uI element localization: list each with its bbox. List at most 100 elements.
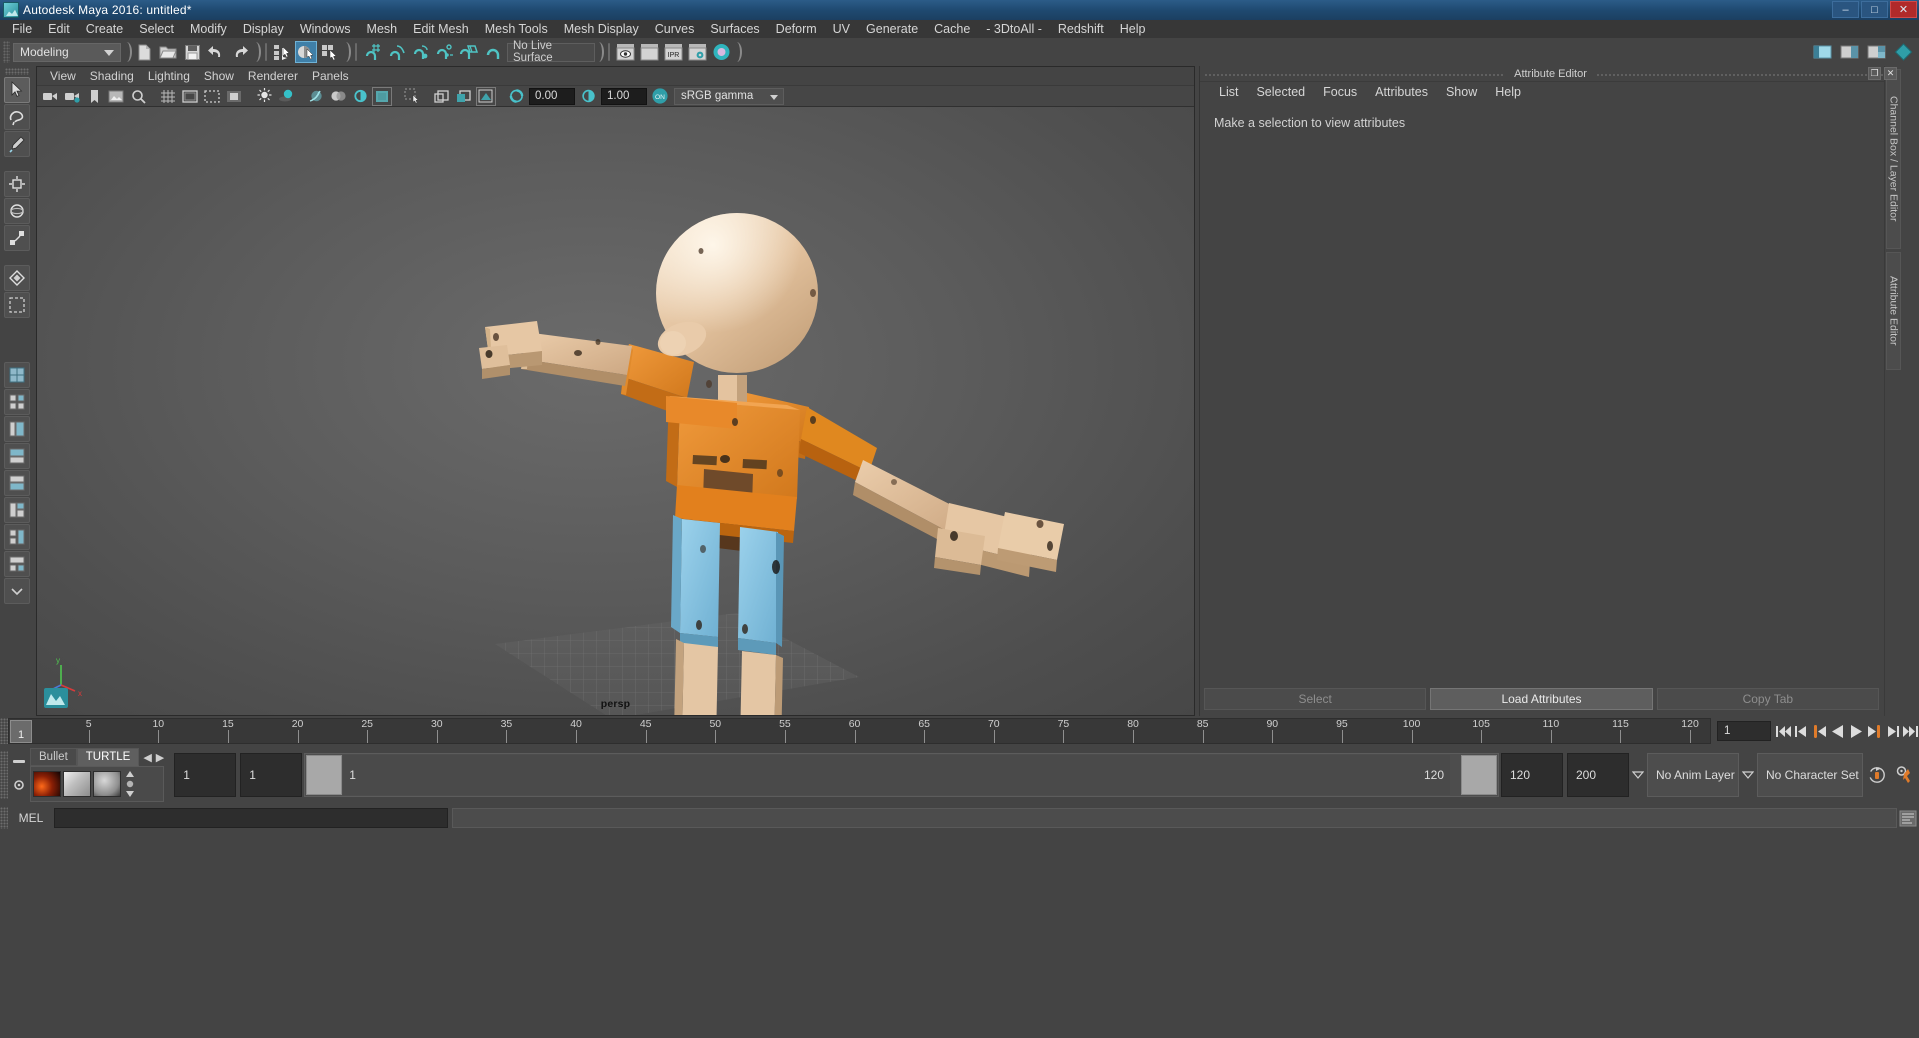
menu-set-selector[interactable]: Modeling [13,42,121,62]
turtle-material-icon[interactable] [93,771,121,797]
undock-icon[interactable]: ❐ [1868,67,1881,80]
toolbox-grip[interactable] [5,68,29,75]
menu-help[interactable]: Help [1112,20,1154,38]
menu-surfaces[interactable]: Surfaces [702,20,767,38]
four-view-layout[interactable] [4,389,30,415]
render-sequence-icon[interactable] [638,41,660,63]
shelf-prev-icon[interactable]: ◀ [143,751,151,764]
anim-layer-selector[interactable]: No Anim Layer [1647,753,1739,797]
exposure-value-field[interactable]: 0.00 [529,87,575,105]
current-time-indicator[interactable]: 1 [10,720,32,743]
menu-mesh[interactable]: Mesh [359,20,406,38]
command-input-field[interactable] [54,808,448,828]
two-pane-stacked-layout[interactable] [4,524,30,550]
menu-modify[interactable]: Modify [182,20,235,38]
render-settings-icon[interactable] [686,41,708,63]
step-forward-keyframe-icon[interactable] [1883,721,1901,741]
open-scene-icon[interactable] [157,41,179,63]
shadows-toggle-icon[interactable] [276,87,296,106]
undo-icon[interactable] [205,41,227,63]
current-frame-field[interactable]: 1 [1717,721,1771,741]
paint-select-tool[interactable] [4,131,30,157]
gamma-icon[interactable] [578,87,598,106]
tab-attribute-editor[interactable]: Attribute Editor [1886,252,1901,370]
minimize-button[interactable]: – [1832,1,1859,18]
two-d-pan-zoom-icon[interactable] [128,87,148,106]
viewport-3d-canvas[interactable]: y x z persp [37,107,1194,715]
close-icon[interactable]: ✕ [1884,67,1897,80]
persp-outliner-hypergraph-layout[interactable] [4,497,30,523]
viewport-menu-view[interactable]: View [43,67,83,85]
close-button[interactable]: ✕ [1890,1,1917,18]
animation-start-time-field[interactable]: 1 [174,753,237,797]
soft-select-tool[interactable] [4,265,30,291]
select-by-object-type-icon[interactable] [295,41,317,63]
copy-tab-button[interactable]: Copy Tab [1656,688,1879,710]
select-by-hierarchy-icon[interactable] [271,41,293,63]
script-editor-icon[interactable] [1897,807,1919,829]
character-set-chevron-down-icon[interactable] [1739,771,1757,779]
channel-box-toggle-icon[interactable] [1838,41,1860,63]
go-to-end-icon[interactable] [1901,721,1919,741]
new-scene-icon[interactable] [133,41,155,63]
anim-layer-chevron-down-icon[interactable] [1629,771,1647,779]
more-layouts[interactable] [4,578,30,604]
viewport-menu-renderer[interactable]: Renderer [241,67,305,85]
menu-edit[interactable]: Edit [40,20,78,38]
ambient-occlusion-icon[interactable] [306,87,326,106]
render-current-frame-icon[interactable] [614,41,636,63]
menu-curves[interactable]: Curves [647,20,703,38]
ae-menu-show[interactable]: Show [1437,83,1486,101]
menu-display[interactable]: Display [235,20,292,38]
time-slider-track[interactable]: 1 5 10 15 20 25 30 35 40 45 50 55 60 65 70 75 80 85 90 95 1… [8,718,1711,744]
ae-menu-focus[interactable]: Focus [1314,83,1366,101]
shelf-scroll-arrows[interactable] [124,769,136,799]
select-tool[interactable] [4,77,30,103]
attribute-editor-toggle-icon[interactable] [1892,41,1914,63]
menu-mesh-tools[interactable]: Mesh Tools [477,20,556,38]
grid-toggle-icon[interactable] [158,87,178,106]
range-start-time-field[interactable]: 1 [240,753,303,797]
gate-mask-icon[interactable] [224,87,244,106]
ae-menu-help[interactable]: Help [1486,83,1530,101]
range-end-time-field[interactable]: 120 [1501,753,1563,797]
menu-file[interactable]: File [4,20,40,38]
turtle-render-icon[interactable] [33,771,61,797]
film-gate-icon[interactable] [180,87,200,106]
go-to-start-icon[interactable] [1775,721,1793,741]
snap-to-view-plane-icon[interactable] [457,41,479,63]
isolate-select-icon[interactable] [402,87,422,106]
lasso-select-tool[interactable] [4,104,30,130]
turtle-bake-icon[interactable] [63,771,91,797]
animation-preferences-icon[interactable] [1891,765,1919,785]
save-scene-icon[interactable] [181,41,203,63]
shelf-tab-bullet[interactable]: Bullet [30,748,77,766]
auto-keyframe-icon[interactable] [1863,765,1891,785]
image-plane-icon[interactable] [106,87,126,106]
last-tool-used[interactable] [4,292,30,318]
shelf-options-icon[interactable] [12,778,26,797]
color-space-selector[interactable]: sRGB gamma [674,87,784,105]
tab-channel-box-layer-editor[interactable]: Channel Box / Layer Editor [1886,69,1901,249]
ae-menu-list[interactable]: List [1210,83,1247,101]
menu-edit-mesh[interactable]: Edit Mesh [405,20,477,38]
time-slider-grip[interactable] [0,718,8,744]
command-line-grip[interactable] [0,807,8,829]
menu-uv[interactable]: UV [825,20,858,38]
smooth-shade-icon[interactable] [476,86,496,106]
hypershade-icon[interactable] [710,41,732,63]
outliner-persp-layout[interactable] [4,416,30,442]
select-by-component-type-icon[interactable] [319,41,341,63]
shelf-menu-icon[interactable] [12,753,26,771]
redo-icon[interactable] [229,41,251,63]
resolution-gate-icon[interactable] [202,87,222,106]
viewport-menu-lighting[interactable]: Lighting [141,67,197,85]
menu-cache[interactable]: Cache [926,20,978,38]
menu-select[interactable]: Select [131,20,182,38]
menu-deform[interactable]: Deform [768,20,825,38]
animation-end-time-field[interactable]: 200 [1567,753,1629,797]
ae-menu-selected[interactable]: Selected [1247,83,1314,101]
make-live-icon[interactable] [481,41,503,63]
exposure-icon[interactable] [506,87,526,106]
gamma-value-field[interactable]: 1.00 [601,87,647,105]
